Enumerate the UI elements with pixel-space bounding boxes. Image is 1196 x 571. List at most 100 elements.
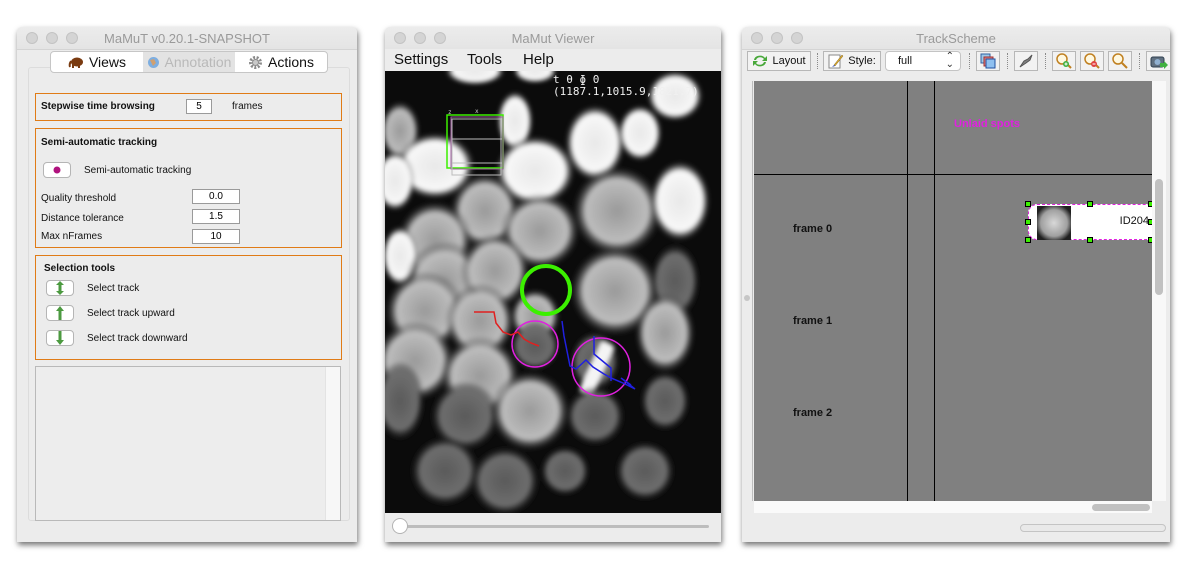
timepoint-slider-area: [385, 513, 721, 542]
menu-tools[interactable]: Tools: [467, 51, 502, 68]
window-title: TrackScheme: [916, 31, 996, 46]
resize-handle[interactable]: [1087, 201, 1093, 207]
toolbar-separator: [1045, 53, 1046, 69]
tab-annotation-label: Annotation: [164, 54, 232, 70]
quality-threshold-input[interactable]: [192, 189, 240, 204]
vertical-scrollbar[interactable]: [1152, 81, 1166, 501]
menu-settings[interactable]: Settings: [394, 51, 448, 68]
select-track-downward-label: Select track downward: [87, 333, 188, 344]
select-track-downward-button[interactable]: [46, 330, 74, 346]
elephant-icon: [68, 57, 83, 68]
horizontal-scrollbar[interactable]: [754, 501, 1152, 513]
selection-tools-heading: Selection tools: [44, 263, 116, 274]
toolbar-separator: [817, 53, 818, 69]
spot-thumbnail: [1037, 206, 1071, 240]
log-scrollbar[interactable]: [325, 367, 340, 520]
row-divider: [754, 174, 1152, 175]
outline-scrollbar[interactable]: [1020, 524, 1166, 532]
semi-automatic-tracking-panel: Semi-automatic tracking Semi-automatic t…: [35, 128, 342, 248]
frame-label: frame 0: [793, 223, 833, 235]
splitter-grip-icon: [744, 295, 750, 301]
left-splitter[interactable]: [742, 81, 753, 501]
select-track-upward-button[interactable]: [46, 305, 74, 321]
gear-icon: [249, 55, 263, 69]
mamut-viewer-window: MaMut Viewer Settings Tools Help z x t θ…: [385, 27, 721, 542]
title-bar: TrackScheme: [742, 27, 1170, 50]
zoom-in-button[interactable]: [1052, 51, 1076, 71]
resize-handle[interactable]: [1087, 237, 1093, 243]
stepwise-label: Stepwise time browsing: [41, 101, 155, 112]
zoom-fit-icon: [1112, 53, 1128, 69]
globe-icon: [147, 56, 159, 68]
column-divider: [907, 81, 908, 501]
frames-unit-label: frames: [232, 101, 263, 112]
timepoint-slider-thumb[interactable]: [392, 518, 408, 534]
tab-actions[interactable]: Actions: [235, 52, 327, 72]
zoom-out-button[interactable]: [1080, 51, 1104, 71]
spot-node-ID204[interactable]: ID204: [1028, 204, 1152, 240]
style-label: Style:: [848, 55, 876, 67]
tab-views-label: Views: [88, 54, 127, 70]
link-toggle-button[interactable]: [1014, 51, 1038, 71]
select-track-button[interactable]: [46, 280, 74, 296]
capture-button[interactable]: [1146, 51, 1170, 71]
style-select[interactable]: full ⌃ ⌄: [885, 51, 961, 71]
stepwise-frames-input[interactable]: [186, 99, 212, 114]
cursor-coordinates-readout: (1187.1,1015.9,1821.7): [553, 85, 699, 98]
select-track-upward-label: Select track upward: [87, 308, 175, 319]
trackscheme-graph-canvas[interactable]: Unlaid spots frame 0 frame 1 frame 2 ID2…: [754, 81, 1152, 501]
tab-actions-label: Actions: [268, 54, 314, 70]
edit-style-icon: [828, 54, 844, 69]
log-panel: [35, 366, 341, 521]
trackscheme-toolbar: Layout Style: full ⌃ ⌄: [742, 49, 1170, 73]
tab-views[interactable]: Views: [51, 52, 143, 72]
menu-bar: Settings Tools Help: [385, 49, 721, 71]
resize-handle[interactable]: [1025, 201, 1031, 207]
semi-auto-heading: Semi-automatic tracking: [41, 137, 158, 148]
refresh-arrows-icon: [753, 55, 768, 67]
frame-label: frame 1: [793, 315, 833, 327]
stacked-windows-icon: [980, 53, 996, 69]
up-down-arrow-icon: [56, 281, 64, 295]
selection-tools-panel: Selection tools Select track Select trac…: [35, 255, 342, 360]
zoom-out-icon: [1084, 53, 1100, 69]
image-viewer-canvas[interactable]: z x t θ ɸ 0 (1187.1,1015.9,1821.7): [385, 71, 721, 513]
spot-id-label: ID204: [1119, 215, 1149, 227]
display-mode-button[interactable]: [976, 51, 1000, 71]
resize-handle[interactable]: [1025, 237, 1031, 243]
menu-help[interactable]: Help: [523, 51, 554, 68]
max-nframes-input[interactable]: [192, 229, 240, 244]
layout-button[interactable]: Layout: [747, 51, 811, 71]
semi-auto-button-label: Semi-automatic tracking: [84, 165, 192, 176]
layout-label: Layout: [772, 55, 806, 67]
stepwise-time-browsing-panel: Stepwise time browsing frames: [35, 93, 342, 121]
style-button[interactable]: Style:: [823, 51, 881, 71]
timepoint-slider-track[interactable]: [399, 525, 709, 528]
z-axis-label: z: [448, 109, 452, 116]
title-bar: MaMuT v0.20.1-SNAPSHOT: [17, 27, 357, 50]
link-icon: [1019, 54, 1033, 68]
resize-handle[interactable]: [1025, 219, 1031, 225]
tab-bar: Views Annotation Actions: [50, 51, 328, 73]
toolbar-separator: [969, 53, 970, 69]
column-divider: [934, 81, 935, 501]
x-axis-label: x: [475, 108, 479, 115]
max-nframes-label: Max nFrames: [41, 231, 103, 242]
vertical-scroll-thumb[interactable]: [1155, 179, 1163, 295]
tab-annotation[interactable]: Annotation: [143, 52, 235, 72]
magenta-dot-icon: [53, 166, 61, 174]
camera-export-icon: [1150, 56, 1168, 69]
mamut-main-window: MaMuT v0.20.1-SNAPSHOT Views Annotation …: [17, 27, 357, 542]
distance-tolerance-input[interactable]: [192, 209, 240, 224]
horizontal-scroll-thumb[interactable]: [1092, 504, 1150, 511]
select-track-label: Select track: [87, 283, 140, 294]
down-arrow-icon: [56, 331, 64, 345]
title-bar: MaMut Viewer: [385, 27, 721, 50]
zoom-fit-button[interactable]: [1108, 51, 1132, 71]
semi-auto-tracking-button[interactable]: [43, 162, 71, 178]
quality-threshold-label: Quality threshold: [41, 193, 117, 204]
unlaid-spots-label: Unlaid spots: [954, 118, 1021, 130]
up-arrow-icon: [56, 306, 64, 320]
microscopy-image: z x: [385, 71, 710, 513]
trackscheme-window: TrackScheme Layout Style: full ⌃ ⌄ Unlai…: [742, 27, 1170, 542]
